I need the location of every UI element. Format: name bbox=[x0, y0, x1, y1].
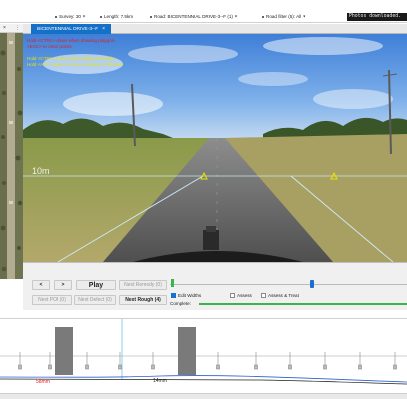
chevron-down-icon: ▾ bbox=[303, 13, 306, 19]
map-imagery bbox=[0, 33, 23, 279]
video-tab-bar: BICENTENNIAL DRIVE-3--F × bbox=[23, 24, 407, 34]
survey-label: Survey: 30 bbox=[59, 14, 81, 19]
survey-info-bar: Survey: 30 ▾ Length: 7.5km Road: BICENTEN… bbox=[0, 12, 407, 23]
profile-plot bbox=[0, 319, 407, 385]
rough-bar bbox=[178, 327, 196, 375]
segment-ticks bbox=[18, 352, 397, 370]
road-label: Road: BICENTENNIAL DRIVE-3--F (1) bbox=[154, 14, 233, 19]
menu-icon[interactable]: ⋮ bbox=[15, 25, 20, 31]
chevron-down-icon: ▾ bbox=[234, 13, 237, 19]
bullet-icon bbox=[150, 15, 152, 18]
complete-label: Complete: bbox=[170, 301, 191, 306]
road-scene bbox=[23, 34, 407, 262]
edit-widths-option[interactable]: Edit Widths bbox=[171, 292, 202, 298]
assess-option[interactable]: Assess bbox=[230, 292, 252, 298]
tab-label: BICENTENNIAL DRIVE-3--F bbox=[37, 27, 99, 32]
road-filter-selector[interactable]: Road filter (5): All ▾ bbox=[262, 14, 305, 19]
road-video-viewport[interactable]: Hold <CTRL> down when drawing polygon. <… bbox=[23, 34, 407, 262]
prev-button[interactable]: < bbox=[32, 280, 50, 290]
next-button[interactable]: > bbox=[54, 280, 72, 290]
roughness-left-label: 58mm bbox=[36, 379, 50, 385]
assess-checkbox[interactable] bbox=[230, 292, 235, 298]
assess-label: Assess bbox=[237, 293, 252, 298]
roughness-right-label: 14mm bbox=[153, 378, 167, 384]
app-window: Survey: 30 ▾ Length: 7.5km Road: BICENTEN… bbox=[0, 0, 407, 399]
close-icon[interactable]: × bbox=[3, 25, 6, 31]
map-panel-header: × ⋮ bbox=[0, 24, 23, 33]
play-button[interactable]: Play bbox=[76, 280, 116, 290]
roughness-profile[interactable]: 58mm 14mm bbox=[0, 318, 407, 388]
distance-label: 10m bbox=[32, 166, 50, 176]
instruction-clear: <ESC> to clear points bbox=[27, 44, 72, 49]
position-slider-track[interactable] bbox=[170, 284, 407, 285]
edit-widths-label: Edit Widths bbox=[178, 293, 202, 298]
tab-road-video[interactable]: BICENTENNIAL DRIVE-3--F × bbox=[31, 24, 112, 34]
chevron-down-icon: ▾ bbox=[82, 13, 85, 19]
complete-progress-bar bbox=[199, 303, 407, 305]
next-poi-button[interactable]: Next POI (0) bbox=[32, 295, 72, 305]
assess-treat-label: Assess & Treat bbox=[268, 293, 299, 298]
road-selector[interactable]: Road: BICENTENNIAL DRIVE-3--F (1) ▾ bbox=[150, 14, 237, 19]
edit-widths-checkbox[interactable] bbox=[171, 292, 176, 298]
slider-start-marker bbox=[171, 279, 174, 287]
bullet-icon bbox=[100, 15, 102, 18]
survey-selector[interactable]: Survey: 30 ▾ bbox=[55, 14, 85, 19]
length-field: Length: 7.5km bbox=[100, 14, 133, 19]
next-remedy-button[interactable]: Next Remedy (0) bbox=[119, 280, 167, 290]
bullet-icon bbox=[55, 15, 57, 18]
instruction-clear-rectangle: Hold <ALT> down to clear rectangle on th… bbox=[27, 62, 124, 67]
profile-line bbox=[0, 375, 407, 383]
satellite-map[interactable] bbox=[0, 33, 23, 279]
assess-treat-checkbox[interactable] bbox=[261, 292, 266, 298]
playback-controls: < > Play Next Remedy (0) Next POI (0) Ne… bbox=[23, 262, 407, 310]
rough-bar bbox=[55, 327, 73, 375]
assess-treat-option[interactable]: Assess & Treat bbox=[261, 292, 299, 298]
close-icon[interactable]: × bbox=[102, 26, 105, 32]
bottom-scrollbar[interactable] bbox=[0, 393, 407, 399]
length-label: Length: 7.5km bbox=[104, 14, 134, 19]
position-slider-thumb[interactable] bbox=[310, 280, 315, 288]
bullet-icon bbox=[262, 15, 264, 18]
next-rough-button[interactable]: Next Rough (4) bbox=[119, 295, 167, 305]
road-filter-label: Road filter (5): All bbox=[266, 14, 302, 19]
next-defect-button[interactable]: Next Defect (0) bbox=[74, 295, 116, 305]
status-message: Photos downloaded. bbox=[347, 13, 407, 21]
